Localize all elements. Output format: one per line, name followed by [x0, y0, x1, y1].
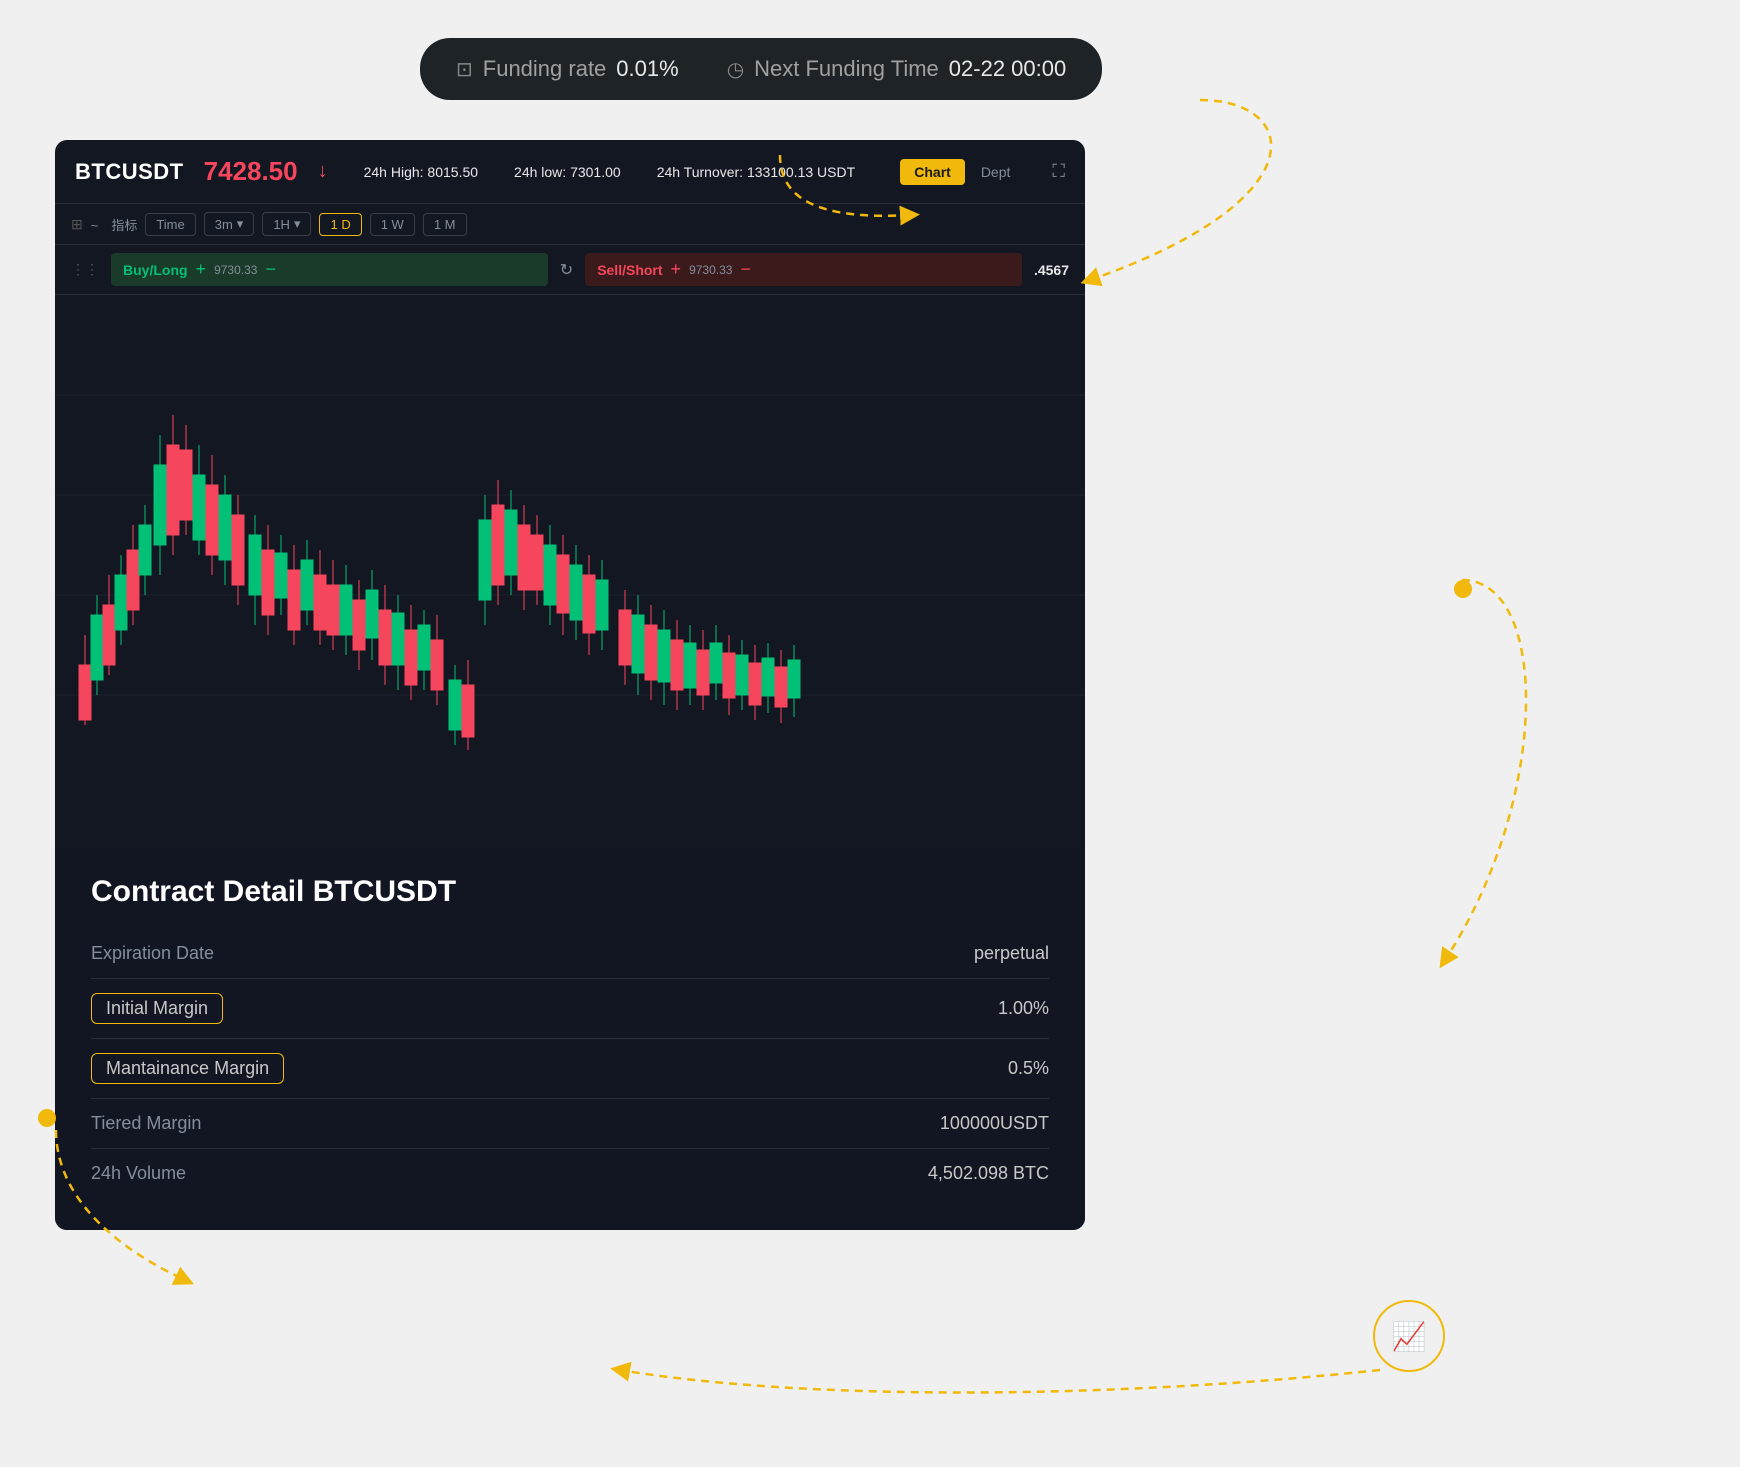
sell-value: .4567: [1034, 262, 1069, 278]
detail-row-initial-margin: Initial Margin 1.00%: [91, 979, 1049, 1039]
funding-pill: ⊡ Funding rate 0.01% ◷ Next Funding Time…: [420, 38, 1102, 100]
sell-price: 9730.33: [689, 263, 732, 277]
buy-plus-icon[interactable]: +: [196, 259, 207, 280]
next-funding-item: ◷ Next Funding Time 02-22 00:00: [727, 56, 1067, 82]
tiered-margin-value: 100000USDT: [940, 1113, 1049, 1134]
24h-turnover-label: 24h Turnover:: [657, 164, 743, 180]
right-dot-to-icon-arrow: [1445, 580, 1526, 960]
indicator-label[interactable]: ~ 指标: [91, 215, 138, 234]
detail-row-maintenance-margin: Mantainance Margin 0.5%: [91, 1039, 1049, 1099]
buy-panel[interactable]: Buy/Long + 9730.33 −: [111, 253, 548, 286]
sell-label: Sell/Short: [597, 262, 662, 278]
next-funding-value: 02-22 00:00: [949, 56, 1066, 82]
time-button[interactable]: Time: [145, 213, 195, 236]
24h-low-label: 24h low:: [514, 164, 566, 180]
next-funding-label: Next Funding Time: [754, 56, 939, 82]
funding-rate-item: ⊡ Funding rate 0.01%: [456, 56, 679, 82]
left-annotation-dot: [38, 1109, 56, 1127]
symbol-name: BTCUSDT: [75, 159, 184, 185]
maintenance-margin-label: Mantainance Margin: [91, 1053, 284, 1084]
expiration-value: perpetual: [974, 943, 1049, 964]
tiered-margin-label: Tiered Margin: [91, 1113, 201, 1134]
24h-turnover-value: 133100.13 USDT: [747, 164, 855, 180]
detail-row-volume: 24h Volume 4,502.098 BTC: [91, 1149, 1049, 1198]
funding-to-right-arrow: [1090, 100, 1271, 280]
24h-high: 24h High: 8015.50: [364, 164, 478, 180]
volume-value: 4,502.098 BTC: [928, 1163, 1049, 1184]
volume-label: 24h Volume: [91, 1163, 186, 1184]
chart-depth-tabs: Chart Dept: [900, 159, 1024, 185]
percent-icon: ⊡: [456, 57, 473, 82]
header-bar: BTCUSDT 7428.50 ↓ 24h High: 8015.50 24h …: [55, 140, 1085, 204]
sell-minus-icon[interactable]: −: [740, 259, 751, 280]
24h-high-value: 8015.50: [427, 164, 478, 180]
contract-title: Contract Detail BTCUSDT: [91, 875, 1049, 909]
chart-icon-button[interactable]: 📈: [1373, 1300, 1445, 1372]
24h-high-label: 24h High:: [364, 164, 424, 180]
initial-margin-value: 1.00%: [998, 998, 1049, 1019]
chart-area: [55, 295, 1085, 795]
trading-panel: BTCUSDT 7428.50 ↓ 24h High: 8015.50 24h …: [55, 140, 1085, 1230]
detail-row-tiered-margin: Tiered Margin 100000USDT: [91, 1099, 1049, 1149]
buy-sell-row: ⋮⋮ Buy/Long + 9730.33 − ↻ Sell/Short + 9…: [55, 245, 1085, 295]
interval-1d[interactable]: 1 D: [319, 213, 361, 236]
interval-1h[interactable]: 1H ▾: [262, 212, 311, 236]
candlestick-chart: [55, 295, 1085, 795]
icon-to-volume-arrow: [620, 1370, 1380, 1393]
sell-plus-icon[interactable]: +: [671, 259, 682, 280]
indicator-icon: ⊞: [71, 216, 83, 233]
interval-1w[interactable]: 1 W: [370, 213, 415, 236]
initial-margin-label: Initial Margin: [91, 993, 223, 1024]
interval-1m[interactable]: 1 M: [423, 213, 467, 236]
drag-handle-icon: ⋮⋮: [71, 261, 99, 278]
buy-minus-icon[interactable]: −: [265, 259, 276, 280]
contract-detail: Contract Detail BTCUSDT Expiration Date …: [55, 847, 1085, 1230]
expiration-label: Expiration Date: [91, 943, 214, 964]
price-arrow-icon: ↓: [318, 160, 328, 183]
funding-rate-value: 0.01%: [616, 56, 678, 82]
24h-low: 24h low: 7301.00: [514, 164, 621, 180]
refresh-icon[interactable]: ↻: [560, 260, 573, 280]
24h-low-value: 7301.00: [570, 164, 621, 180]
buy-price: 9730.33: [214, 263, 257, 277]
clock-icon: ◷: [727, 57, 744, 82]
chart-tab[interactable]: Chart: [900, 159, 965, 185]
symbol-price: 7428.50: [204, 156, 298, 187]
interval-3m[interactable]: 3m ▾: [204, 212, 255, 236]
depth-tab[interactable]: Dept: [967, 159, 1025, 185]
maintenance-margin-value: 0.5%: [1008, 1058, 1049, 1079]
chart-toolbar: ⊞ ~ 指标 Time 3m ▾ 1H ▾ 1 D 1 W 1 M: [55, 204, 1085, 245]
buy-label: Buy/Long: [123, 262, 188, 278]
sell-panel[interactable]: Sell/Short + 9730.33 −: [585, 253, 1022, 286]
chart-line-icon: 📈: [1392, 1320, 1427, 1353]
fullscreen-icon[interactable]: ⛶: [1052, 161, 1065, 182]
detail-row-expiration: Expiration Date perpetual: [91, 929, 1049, 979]
24h-turnover: 24h Turnover: 133100.13 USDT: [657, 164, 855, 180]
right-annotation-dot: [1454, 580, 1472, 598]
funding-rate-label: Funding rate: [483, 56, 607, 82]
